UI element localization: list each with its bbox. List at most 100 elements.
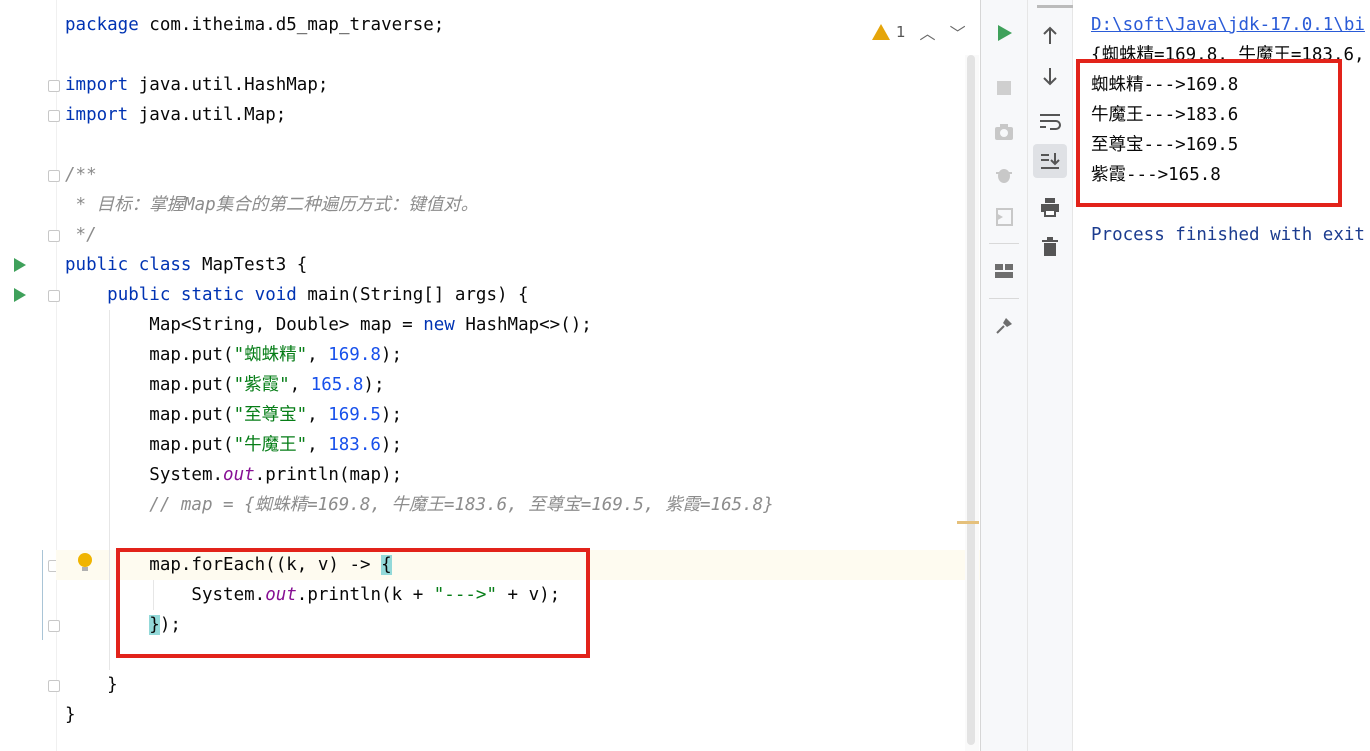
code-token: package [65, 15, 150, 35]
code-token: // map = {蜘蛛精=169.8, 牛魔王=183.6, 至尊宝=169.… [65, 495, 774, 515]
inspection-widget[interactable]: 1 ︿ ﹀ [872, 20, 966, 44]
code-token: ); [380, 405, 402, 425]
fold-icon[interactable] [48, 290, 60, 302]
code-token: 169.5 [328, 405, 381, 425]
code-line[interactable]: } [65, 670, 118, 700]
code-token: , [289, 375, 311, 395]
code-line[interactable]: // map = {蜘蛛精=169.8, 牛魔王=183.6, 至尊宝=169.… [65, 490, 774, 520]
code-line[interactable]: } [65, 700, 76, 730]
code-token: out [223, 465, 255, 485]
code-token: ); [380, 345, 402, 365]
code-token: import [65, 75, 139, 95]
layout-icon[interactable] [989, 256, 1019, 286]
code-token: "紫霞" [233, 375, 290, 395]
code-token: new [423, 315, 466, 335]
stop-icon[interactable] [989, 73, 1019, 103]
code-line[interactable]: /** [65, 160, 97, 190]
code-line[interactable]: map.put("牛魔王", 183.6); [65, 430, 402, 460]
code-token: .println(map); [254, 465, 403, 485]
code-line[interactable]: System.out.println(map); [65, 460, 402, 490]
warning-count: 1 [896, 23, 906, 41]
code-token: */ [65, 225, 97, 245]
code-line[interactable]: public static void main(String[] args) { [65, 280, 529, 310]
code-line[interactable]: Map<String, Double> map = new HashMap<>(… [65, 310, 592, 340]
exit-icon[interactable] [989, 202, 1019, 232]
code-line[interactable]: * 目标：掌握Map集合的第二种遍历方式：键值对。 [65, 190, 479, 220]
code-token: System. [65, 465, 224, 485]
code-token: public class [65, 255, 202, 275]
fold-icon[interactable] [48, 80, 60, 92]
code-line[interactable]: map.put("至尊宝", 169.5); [65, 400, 402, 430]
run-icon[interactable] [989, 18, 1019, 48]
code-token: * 目标：掌握Map集合的第二种遍历方式：键值对。 [65, 195, 479, 215]
code-token: , [307, 405, 329, 425]
chevron-up-icon[interactable]: ︿ [920, 20, 936, 44]
arrow-up-icon[interactable] [1035, 20, 1065, 50]
warning-icon[interactable] [872, 24, 890, 40]
code-token: 169.8 [328, 345, 381, 365]
code-token: Map<String, Double> map = [65, 315, 424, 335]
fold-icon[interactable] [48, 680, 60, 692]
fold-icon[interactable] [48, 170, 60, 182]
code-token: 183.6 [328, 435, 381, 455]
code-token: 165.8 [310, 375, 364, 395]
warning-stripe[interactable] [957, 521, 979, 524]
camera-icon[interactable] [989, 117, 1019, 147]
debug-icon[interactable] [989, 160, 1019, 190]
code-token: "至尊宝" [233, 405, 308, 425]
toolbar-separator [989, 298, 1019, 299]
scrollbar-thumb[interactable] [967, 55, 975, 745]
code-line[interactable]: import java.util.Map; [65, 100, 286, 130]
code-token: , [307, 345, 329, 365]
scroll-to-end-icon[interactable] [1033, 144, 1067, 178]
highlight-box-code [116, 548, 590, 658]
code-token: /** [65, 165, 97, 185]
code-token: map.put( [65, 435, 234, 455]
code-token: main(String[] args) { [307, 285, 529, 305]
code-token: ); [363, 375, 385, 395]
code-token: HashMap<>(); [465, 315, 592, 335]
code-line[interactable]: map.put("紫霞", 165.8); [65, 370, 385, 400]
run-console[interactable]: D:\soft\Java\jdk-17.0.1\bi {蜘蛛精=169.8, 牛… [1073, 0, 1370, 751]
code-line[interactable]: map.put("蜘蛛精", 169.8); [65, 340, 402, 370]
run-toolbar [981, 0, 1028, 751]
code-token: map.put( [65, 345, 234, 365]
print-icon[interactable] [1035, 192, 1065, 222]
run-class-icon[interactable] [14, 258, 26, 272]
console-toolbar [1028, 0, 1152, 751]
code-token: , [307, 435, 329, 455]
pin-icon[interactable] [989, 311, 1019, 341]
change-marker [42, 550, 43, 640]
arrow-down-icon[interactable] [1035, 62, 1065, 92]
process-finished-text: Process finished with exit code 0 [1091, 225, 1365, 245]
fold-icon[interactable] [48, 110, 60, 122]
editor-scrollbar[interactable] [965, 55, 979, 751]
code-token: map.put( [65, 405, 234, 425]
toolbar-separator [989, 243, 1019, 244]
code-editor[interactable]: package com.itheima.d5_map_traverse;impo… [0, 0, 980, 751]
fold-icon[interactable] [48, 230, 60, 242]
code-line[interactable]: */ [65, 220, 97, 250]
code-token: com.itheima.d5_map_traverse; [149, 15, 445, 35]
code-line[interactable]: package com.itheima.d5_map_traverse; [65, 10, 444, 40]
highlight-box-output [1076, 59, 1342, 207]
code-line[interactable]: public class MapTest3 { [65, 250, 307, 280]
soft-wrap-icon[interactable] [1035, 106, 1065, 136]
code-token: ); [380, 435, 402, 455]
code-line[interactable]: import java.util.HashMap; [65, 70, 328, 100]
code-token: java.util.HashMap; [138, 75, 329, 95]
code-token: java.util.Map; [138, 105, 287, 125]
chevron-down-icon[interactable]: ﹀ [950, 20, 966, 44]
code-token: import [65, 105, 139, 125]
code-token: "蜘蛛精" [233, 345, 308, 365]
code-token: MapTest3 { [201, 255, 308, 275]
code-token: map.put( [65, 375, 234, 395]
jdk-path-link[interactable]: D:\soft\Java\jdk-17.0.1\bi [1091, 10, 1365, 40]
code-token: public static void [107, 285, 308, 305]
trash-icon[interactable] [1035, 232, 1065, 262]
code-token: } [65, 705, 76, 725]
editor-gutter[interactable] [0, 0, 60, 751]
run-main-icon[interactable] [14, 288, 26, 302]
fold-icon[interactable] [48, 620, 60, 632]
